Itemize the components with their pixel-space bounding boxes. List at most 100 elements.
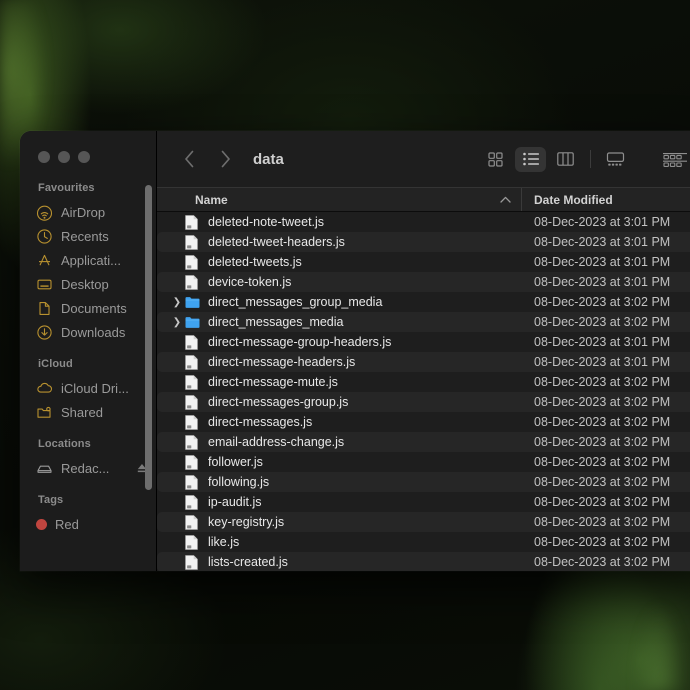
column-header-name-label: Name [195, 193, 228, 207]
file-row[interactable]: key-registry.js08-Dec-2023 at 3:02 PM [157, 512, 690, 532]
minimize-button[interactable] [58, 151, 70, 163]
column-header-row: Name Date Modified [157, 187, 690, 212]
sidebar-item-shared[interactable]: Shared [20, 400, 156, 424]
js-file-icon-wrap [185, 455, 200, 470]
file-row[interactable]: device-token.js08-Dec-2023 at 3:01 PM [157, 272, 690, 292]
file-date-modified: 08-Dec-2023 at 3:01 PM [522, 235, 690, 249]
sidebar-spacer [20, 480, 156, 494]
file-date-modified: 08-Dec-2023 at 3:01 PM [522, 335, 690, 349]
sidebar-item-applications[interactable]: Applicati... [20, 248, 156, 272]
file-row[interactable]: deleted-tweet-headers.js08-Dec-2023 at 3… [157, 232, 690, 252]
desktop-icon [36, 276, 53, 293]
sidebar-item-airdrop[interactable]: AirDrop [20, 200, 156, 224]
sidebar-spacer [20, 344, 156, 358]
file-row[interactable]: direct-message-mute.js08-Dec-2023 at 3:0… [157, 372, 690, 392]
file-date-modified: 08-Dec-2023 at 3:02 PM [522, 375, 690, 389]
applications-icon [36, 252, 53, 269]
file-row[interactable]: deleted-tweets.js08-Dec-2023 at 3:01 PM [157, 252, 690, 272]
file-row[interactable]: following.js08-Dec-2023 at 3:02 PM [157, 472, 690, 492]
sidebar-item-redacted-drive[interactable]: Redac... [20, 456, 156, 480]
file-name: direct-message-mute.js [200, 375, 522, 389]
icon-view-button[interactable] [480, 147, 511, 172]
js-file-icon [185, 335, 198, 350]
window-title: data [253, 151, 284, 168]
sidebar-item-icloud-drive[interactable]: iCloud Dri... [20, 376, 156, 400]
file-name: deleted-tweets.js [200, 255, 522, 269]
close-button[interactable] [38, 151, 50, 163]
drive-icon [36, 460, 53, 477]
sidebar-section-tags: Tags [20, 494, 156, 512]
file-row[interactable]: direct-message-group-headers.js08-Dec-20… [157, 332, 690, 352]
file-date-modified: 08-Dec-2023 at 3:02 PM [522, 315, 690, 329]
js-file-icon [185, 275, 198, 290]
js-file-icon [185, 535, 198, 550]
file-row[interactable]: direct-messages.js08-Dec-2023 at 3:02 PM [157, 412, 690, 432]
gallery-view-button[interactable] [600, 147, 631, 172]
documents-icon [36, 300, 53, 317]
sidebar-item-recents[interactable]: Recents [20, 224, 156, 248]
file-name: direct-messages.js [200, 415, 522, 429]
sidebar-item-label: iCloud Dri... [61, 381, 129, 396]
file-name: deleted-tweet-headers.js [200, 235, 522, 249]
js-file-icon [185, 395, 198, 410]
finder-window: Favourites AirDrop Recents [20, 131, 690, 571]
list-icon [523, 152, 539, 166]
disclosure-chevron-icon[interactable]: ❯ [171, 297, 183, 308]
file-date-modified: 08-Dec-2023 at 3:02 PM [522, 555, 690, 569]
js-file-icon [185, 475, 198, 490]
columns-icon [557, 152, 574, 166]
sidebar-item-tag-red[interactable]: Red [20, 512, 156, 536]
js-file-icon [185, 235, 198, 250]
sidebar-item-label: Applicati... [61, 253, 121, 268]
sidebar-item-label: Red [55, 517, 79, 532]
gallery-icon [606, 152, 625, 167]
file-row[interactable]: deleted-note-tweet.js08-Dec-2023 at 3:01… [157, 212, 690, 232]
list-view-button[interactable] [515, 147, 546, 172]
file-name: lists-created.js [200, 555, 522, 569]
folder-icon-wrap [185, 296, 200, 309]
sidebar-item-label: Redac... [61, 461, 109, 476]
file-name: following.js [200, 475, 522, 489]
sidebar-item-downloads[interactable]: Downloads [20, 320, 156, 344]
file-date-modified: 08-Dec-2023 at 3:02 PM [522, 435, 690, 449]
file-row[interactable]: lists-created.js08-Dec-2023 at 3:02 PM [157, 552, 690, 571]
js-file-icon-wrap [185, 535, 200, 550]
sidebar-scrollbar[interactable] [145, 185, 152, 490]
file-row[interactable]: follower.js08-Dec-2023 at 3:02 PM [157, 452, 690, 472]
back-button[interactable] [175, 145, 203, 173]
group-icon [663, 152, 687, 167]
file-date-modified: 08-Dec-2023 at 3:02 PM [522, 395, 690, 409]
forward-button[interactable] [211, 145, 239, 173]
js-file-icon-wrap [185, 415, 200, 430]
sidebar-item-documents[interactable]: Documents [20, 296, 156, 320]
disclosure-chevron-icon[interactable]: ❯ [171, 317, 183, 328]
file-row[interactable]: direct-messages-group.js08-Dec-2023 at 3… [157, 392, 690, 412]
group-by-button[interactable] [659, 147, 690, 172]
file-name: direct-message-headers.js [200, 355, 522, 369]
zoom-button[interactable] [78, 151, 90, 163]
file-row[interactable]: email-address-change.js08-Dec-2023 at 3:… [157, 432, 690, 452]
chevron-left-icon [184, 150, 195, 168]
file-row[interactable]: ❯ direct_messages_group_media08-Dec-2023… [157, 292, 690, 312]
file-name: direct-message-group-headers.js [200, 335, 522, 349]
js-file-icon-wrap [185, 375, 200, 390]
file-date-modified: 08-Dec-2023 at 3:02 PM [522, 475, 690, 489]
sidebar-item-desktop[interactable]: Desktop [20, 272, 156, 296]
js-file-icon-wrap [185, 555, 200, 570]
column-view-button[interactable] [550, 147, 581, 172]
file-row[interactable]: direct-message-headers.js08-Dec-2023 at … [157, 352, 690, 372]
file-row[interactable]: ❯ direct_messages_media08-Dec-2023 at 3:… [157, 312, 690, 332]
file-row[interactable]: like.js08-Dec-2023 at 3:02 PM [157, 532, 690, 552]
column-header-date-modified[interactable]: Date Modified [522, 193, 690, 207]
chevron-right-icon [220, 150, 231, 168]
sidebar: Favourites AirDrop Recents [20, 131, 157, 571]
column-header-name[interactable]: Name [157, 193, 521, 207]
js-file-icon-wrap [185, 275, 200, 290]
file-date-modified: 08-Dec-2023 at 3:02 PM [522, 415, 690, 429]
sidebar-item-label: AirDrop [61, 205, 105, 220]
view-mode-group [480, 147, 631, 172]
sidebar-item-label: Recents [61, 229, 109, 244]
file-row[interactable]: ip-audit.js08-Dec-2023 at 3:02 PM [157, 492, 690, 512]
content-pane: data [157, 131, 690, 571]
file-name: direct_messages_media [200, 315, 522, 329]
